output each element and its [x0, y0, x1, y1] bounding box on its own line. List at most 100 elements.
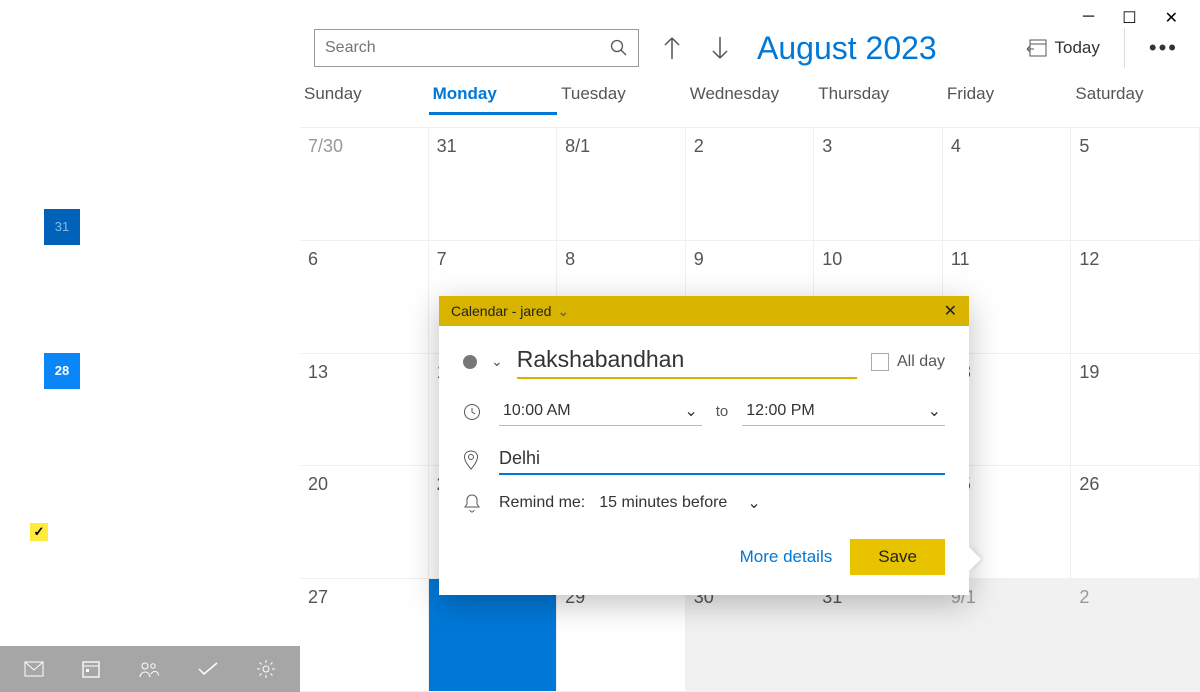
mini-day-cell[interactable]: 30 — [116, 353, 152, 389]
mini-day-cell[interactable]: 29 — [80, 353, 116, 389]
collapse-month-icon[interactable] — [10, 146, 38, 174]
mini-day-cell[interactable]: 3 — [152, 209, 188, 245]
next-month-icon[interactable] — [272, 146, 300, 174]
mini-day-cell[interactable]: 15 — [80, 281, 116, 317]
mini-day-cell[interactable]: 6 — [8, 245, 44, 281]
mini-day-cell[interactable]: 16 — [116, 281, 152, 317]
mini-day-cell[interactable]: 20 — [8, 317, 44, 353]
mini-day-cell[interactable]: 2 — [116, 209, 152, 245]
popup-calendar-name[interactable]: Calendar - jared — [451, 303, 551, 319]
mini-day-cell[interactable]: 18 — [188, 281, 224, 317]
mini-day-cell[interactable]: 25 — [188, 317, 224, 353]
mini-day-cell[interactable] — [224, 389, 260, 425]
close-icon[interactable]: ✕ — [944, 301, 957, 321]
mini-day-cell[interactable]: 2 — [224, 353, 260, 389]
chevron-down-icon[interactable]: ⌄ — [491, 353, 503, 370]
day-cell[interactable]: 31 — [429, 128, 558, 241]
prev-month-icon[interactable] — [244, 146, 272, 174]
today-button[interactable]: Today — [1025, 38, 1100, 58]
mini-day-cell[interactable]: 4 — [188, 209, 224, 245]
day-header[interactable]: Tuesday — [557, 84, 686, 115]
hamburger-menu[interactable] — [18, 42, 300, 64]
day-cell[interactable]: 31 — [814, 579, 943, 692]
day-header[interactable]: Wednesday — [686, 84, 815, 115]
mini-day-cell[interactable]: 9 — [116, 245, 152, 281]
new-event-button[interactable]: + New event — [16, 92, 300, 118]
mini-day-cell[interactable]: 31 — [152, 353, 188, 389]
day-cell[interactable]: 9/1 — [943, 579, 1072, 692]
mini-day-cell[interactable]: 5 — [224, 209, 260, 245]
mini-day-cell[interactable]: 30 — [8, 209, 44, 245]
start-time-select[interactable]: 10:00 AM⌄ — [499, 397, 702, 426]
mini-day-cell[interactable]: 3 — [8, 389, 44, 425]
close-button[interactable]: ✕ — [1165, 8, 1178, 28]
day-cell[interactable]: 8/1 — [557, 128, 686, 241]
day-cell[interactable]: 12 — [1071, 241, 1200, 354]
day-cell[interactable]: 13 — [300, 354, 429, 467]
mini-day-cell[interactable]: 27 — [8, 353, 44, 389]
people-icon[interactable] — [138, 660, 160, 678]
day-cell[interactable] — [429, 579, 558, 692]
search-box[interactable] — [314, 29, 639, 67]
mini-day-cell[interactable]: 22 — [80, 317, 116, 353]
day-cell[interactable]: 20 — [300, 466, 429, 579]
mini-day-cell[interactable]: 11 — [188, 245, 224, 281]
day-cell[interactable]: 4 — [943, 128, 1072, 241]
end-time-select[interactable]: 12:00 PM⌄ — [742, 397, 945, 426]
day-cell[interactable]: 27 — [300, 579, 429, 692]
all-day-toggle[interactable]: All day — [871, 353, 945, 371]
day-cell[interactable]: 3 — [814, 128, 943, 241]
day-header[interactable]: Sunday — [300, 84, 429, 115]
mini-day-cell[interactable]: 17 — [152, 281, 188, 317]
add-calendars-button[interactable]: Add calendars — [16, 598, 157, 618]
chevron-down-icon[interactable]: ⌄ — [557, 303, 569, 320]
mini-day-cell[interactable]: 21 — [44, 317, 80, 353]
location-input[interactable] — [499, 444, 945, 475]
mail-icon[interactable] — [24, 661, 44, 677]
mini-day-cell[interactable]: 8 — [80, 245, 116, 281]
day-cell[interactable]: 19 — [1071, 354, 1200, 467]
mini-day-cell[interactable]: 19 — [224, 281, 260, 317]
mini-day-cell[interactable] — [188, 389, 224, 425]
minimize-button[interactable]: ─ — [1083, 8, 1094, 28]
more-details-link[interactable]: More details — [740, 547, 833, 567]
day-cell[interactable]: 29 — [557, 579, 686, 692]
mini-day-cell[interactable]: 26 — [224, 317, 260, 353]
mini-day-cell[interactable] — [116, 389, 152, 425]
day-cell[interactable]: 2 — [686, 128, 815, 241]
day-header[interactable]: Monday — [429, 84, 558, 115]
day-header[interactable]: Saturday — [1071, 84, 1200, 115]
day-cell[interactable]: 26 — [1071, 466, 1200, 579]
day-cell[interactable]: 6 — [300, 241, 429, 354]
remind-select[interactable]: 15 minutes before ⌄ — [599, 493, 760, 513]
mini-day-cell[interactable]: 31 — [44, 209, 80, 245]
day-cell[interactable]: 2 — [1071, 579, 1200, 692]
day-cell[interactable]: 30 — [686, 579, 815, 692]
prev-arrow-icon[interactable] — [657, 35, 687, 61]
mini-day-cell[interactable]: 13 — [8, 281, 44, 317]
mini-day-cell[interactable]: 4 — [44, 389, 80, 425]
save-button[interactable]: Save — [850, 539, 945, 575]
calendar-checkbox-row[interactable]: ✓ Calendar — [30, 522, 129, 542]
color-dot-icon[interactable] — [463, 355, 477, 369]
day-header[interactable]: Friday — [943, 84, 1072, 115]
maximize-button[interactable]: ☐ — [1122, 8, 1136, 28]
mini-day-cell[interactable]: 24 — [152, 317, 188, 353]
mini-day-cell[interactable]: 1 — [80, 209, 116, 245]
calendar-icon[interactable] — [81, 659, 101, 679]
mini-day-cell[interactable]: 10 — [152, 245, 188, 281]
more-options-icon[interactable]: ••• — [1149, 35, 1186, 61]
mini-day-cell[interactable] — [152, 389, 188, 425]
next-arrow-icon[interactable] — [705, 35, 735, 61]
mini-day-cell[interactable]: 12 — [224, 245, 260, 281]
mini-day-cell[interactable]: 5 — [80, 389, 116, 425]
mini-day-cell[interactable]: 28 — [44, 353, 80, 389]
day-cell[interactable]: 7/30 — [300, 128, 429, 241]
day-header[interactable]: Thursday — [814, 84, 943, 115]
settings-icon[interactable] — [256, 659, 276, 679]
current-month-title[interactable]: August 2023 — [757, 30, 937, 67]
todo-icon[interactable] — [197, 661, 219, 677]
search-input[interactable] — [325, 39, 610, 57]
mini-day-cell[interactable]: 1 — [188, 353, 224, 389]
mini-day-cell[interactable]: 14 — [44, 281, 80, 317]
